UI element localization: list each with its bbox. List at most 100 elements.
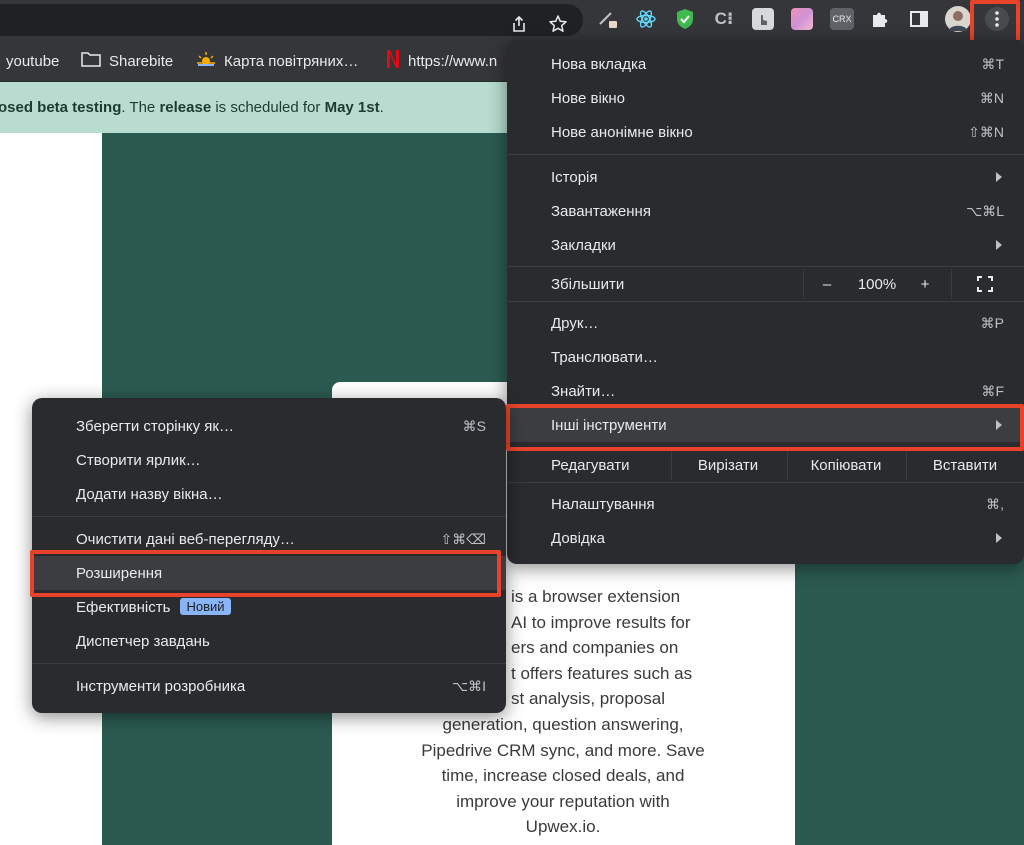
menu-label: Нова вкладка [551,55,647,73]
menu-label: Диспетчер завдань [76,632,210,650]
new-badge: Новий [180,597,231,615]
bookmark-youtube[interactable]: youtube [6,40,59,82]
edit-divider [671,450,672,480]
chevron-right-icon [996,172,1002,182]
crx-label: CRX [832,14,852,24]
menu-label: Транслювати… [551,348,658,366]
banner-text-bold: release [159,99,212,116]
submenu-item-dev-tools[interactable]: Інструменти розробника ⌥⌘I [32,669,506,703]
submenu-item-save-page[interactable]: Зберегти сторінку як… ⌘S [32,409,506,443]
chevron-right-icon [996,533,1002,543]
puzzle-icon[interactable] [869,8,891,30]
chrome-main-menu: Нова вкладка ⌘T Нове вікно ⌘N Нове аноні… [507,40,1024,564]
menu-shortcut: ⌥⌘I [451,677,486,694]
menu-divider [32,663,506,664]
banner-text-bold: osed beta testing [0,99,122,116]
menu-label: Друк… [551,314,599,332]
extensions-highlight-box [30,550,501,597]
folder-icon [81,51,101,71]
menu-item-find[interactable]: Знайти… ⌘F [507,374,1024,408]
edit-divider [906,450,907,480]
bookmark-label: youtube [6,52,60,70]
menu-shortcut: ⌘S [462,417,486,434]
fullscreen-icon[interactable] [955,267,1015,301]
menu-item-history[interactable]: Історія [507,160,1024,194]
menu-shortcut: ⌘P [980,314,1004,331]
sun-icon [196,50,216,72]
zoom-divider [951,269,952,299]
c-extension-icon[interactable]: C⁝ [713,8,735,30]
touch-extension-icon[interactable] [752,8,774,30]
menu-label: Інструменти розробника [76,677,246,695]
crx-extension-icon[interactable]: CRX [830,8,854,30]
bookmark-netflix[interactable]: https://www.n [386,40,497,82]
banner-text: is scheduled for [211,99,325,116]
bookmark-sharebite[interactable]: Sharebite [81,40,173,82]
menu-label: Налаштування [551,495,655,513]
menu-item-bookmarks[interactable]: Закладки [507,228,1024,262]
menu-divider [507,154,1024,155]
menu-label: Зберегти сторінку як… [76,417,234,435]
menu-label: Нове анонімне вікно [551,123,693,141]
menu-row-edit: Редагувати Вирізати Копіювати Вставити [507,448,1024,482]
zoom-in-button[interactable]: + [907,267,943,301]
description-line: Pipedrive CRM sync, and more. Save [421,740,705,760]
address-bar[interactable] [0,4,583,36]
bookmark-label: https://www.n [408,52,498,70]
menu-shortcut: ⌘F [981,382,1004,399]
bookmark-label: Карта повітряних… [224,52,359,70]
pen-extension-icon[interactable] [597,8,619,30]
menu-label: Завантаження [551,202,651,220]
menu-divider [507,482,1024,483]
menu-item-print[interactable]: Друк… ⌘P [507,306,1024,340]
menu-item-new-tab[interactable]: Нова вкладка ⌘T [507,47,1024,81]
sidepanel-icon[interactable] [908,8,930,30]
description-line: Upwex.io. [525,817,601,837]
gradient-extension-icon[interactable] [791,8,813,30]
copy-button[interactable]: Копіювати [789,448,903,482]
menu-item-downloads[interactable]: Завантаження ⌥⌘L [507,194,1024,228]
bookmark-air-map[interactable]: Карта повітряних… [196,40,358,82]
more-tools-highlight-box [506,404,1024,451]
netflix-icon [386,49,400,73]
menu-item-new-window[interactable]: Нове вікно ⌘N [507,81,1024,115]
menu-label: Збільшити [551,275,625,293]
menu-label: Закладки [551,236,616,254]
c-extension-label: C⁝ [714,9,734,28]
menu-item-settings[interactable]: Налаштування ⌘, [507,487,1024,521]
menu-shortcut: ⌘, [986,495,1004,512]
kebab-highlight-box [970,0,1020,44]
menu-label: Історія [551,168,598,186]
menu-shortcut: ⌘N [979,89,1004,106]
submenu-item-name-window[interactable]: Додати назву вікна… [32,477,506,511]
shield-extension-icon[interactable] [674,8,696,30]
zoom-divider [803,269,804,299]
banner-text: . [379,99,384,116]
menu-shortcut: ⌘T [981,55,1004,72]
submenu-item-create-shortcut[interactable]: Створити ярлик… [32,443,506,477]
menu-item-incognito[interactable]: Нове анонімне вікно ⇧⌘N [507,115,1024,149]
avatar[interactable] [945,6,971,32]
menu-label: Нове вікно [551,89,625,107]
menu-shortcut: ⇧⌘N [968,123,1004,140]
paste-button[interactable]: Вставити [908,448,1022,482]
menu-item-help[interactable]: Довідка [507,521,1024,555]
menu-label: Очистити дані веб-перегляду… [76,530,295,548]
react-devtools-icon[interactable] [635,8,657,30]
menu-divider [507,301,1024,302]
description-line: time, increase closed deals, and [441,766,685,786]
submenu-item-task-manager[interactable]: Диспетчер завдань [32,624,506,658]
bookmark-label: Sharebite [109,52,174,70]
star-icon[interactable] [547,13,569,35]
menu-item-cast[interactable]: Транслювати… [507,340,1024,374]
browser-toolbar: C⁝ CRX [0,0,1024,44]
chevron-right-icon [996,240,1002,250]
cut-button[interactable]: Вирізати [673,448,783,482]
description-line: generation, question answering, [442,714,684,734]
share-icon[interactable] [508,13,530,35]
banner-text: . The [121,99,160,116]
zoom-out-button[interactable]: – [807,267,847,301]
menu-label: Додати назву вікна… [76,485,223,503]
banner-text-bold: May 1st [324,99,380,116]
menu-label: Довідка [551,529,605,547]
